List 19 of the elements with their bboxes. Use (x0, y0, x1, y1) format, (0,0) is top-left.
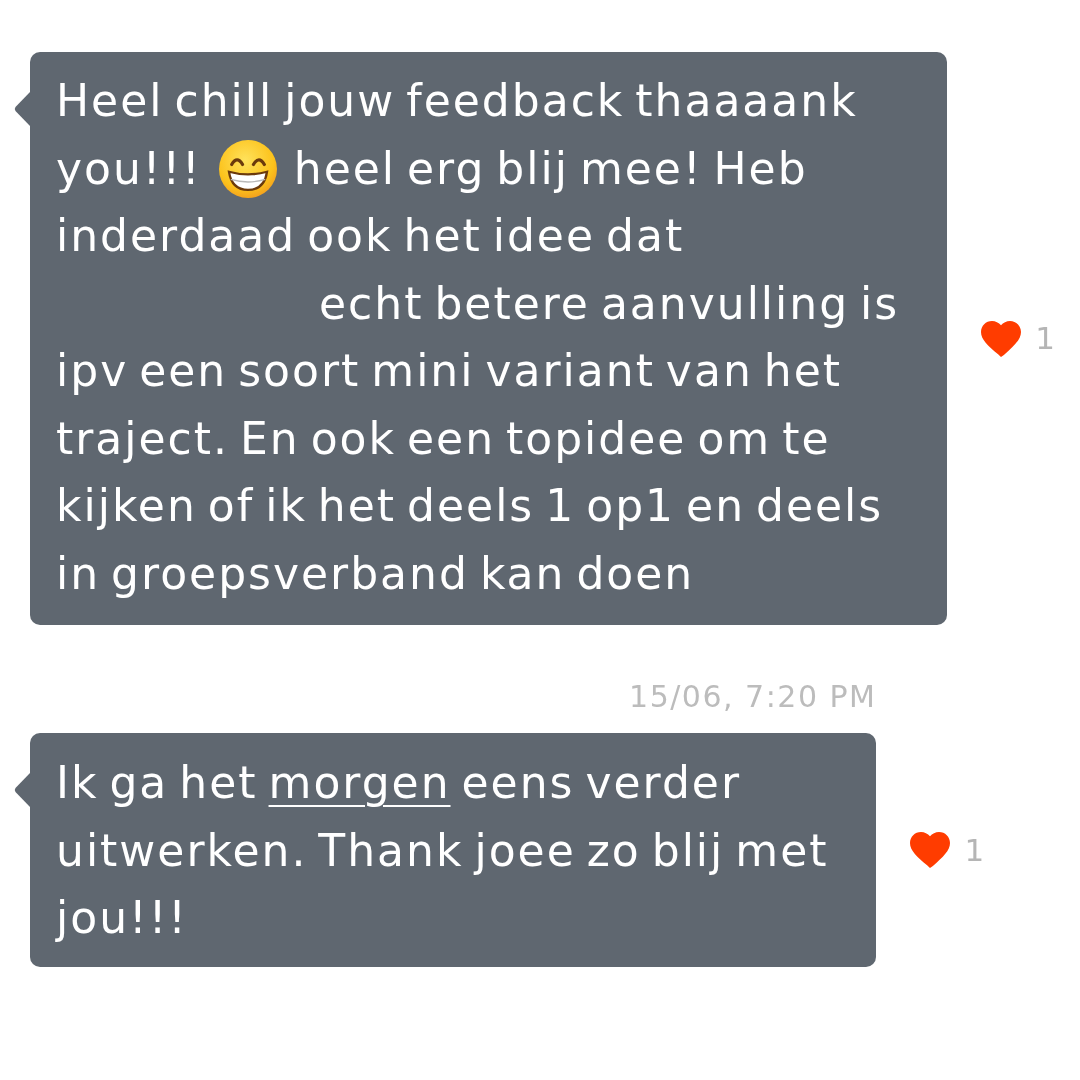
reaction-count: 1 (964, 830, 985, 870)
message-text: traject. En ook een topidee om te (56, 411, 831, 466)
reaction-count: 1 (1035, 319, 1055, 359)
message-text: Ik ga het morgen eens verder (56, 756, 741, 810)
message-text: jou!!! (56, 891, 188, 945)
heart-icon (981, 320, 1022, 357)
date-link[interactable]: morgen (268, 757, 451, 808)
message-text: ipv een soort mini variant van het (56, 344, 842, 398)
message-text: in groepsverband kan doen (56, 546, 695, 601)
grinning-face-icon (218, 139, 277, 198)
message-text: you!!! (56, 142, 202, 194)
heart-icon (910, 831, 951, 868)
message-text: inderdaad ook het idee dat (56, 209, 685, 263)
message-text: uitwerken. Thank joee zo blij met (56, 823, 829, 878)
message-text: echt betere aanvulling is (319, 277, 900, 329)
message-text: Heel chill jouw feedback thaaaank (56, 74, 858, 128)
message-text: kijken of ik het deels 1 op1 en deels (56, 479, 884, 533)
message-text: heel erg blij mee! Heb (293, 142, 808, 194)
message-timestamp: 15/06, 7:20 PM (629, 678, 877, 716)
